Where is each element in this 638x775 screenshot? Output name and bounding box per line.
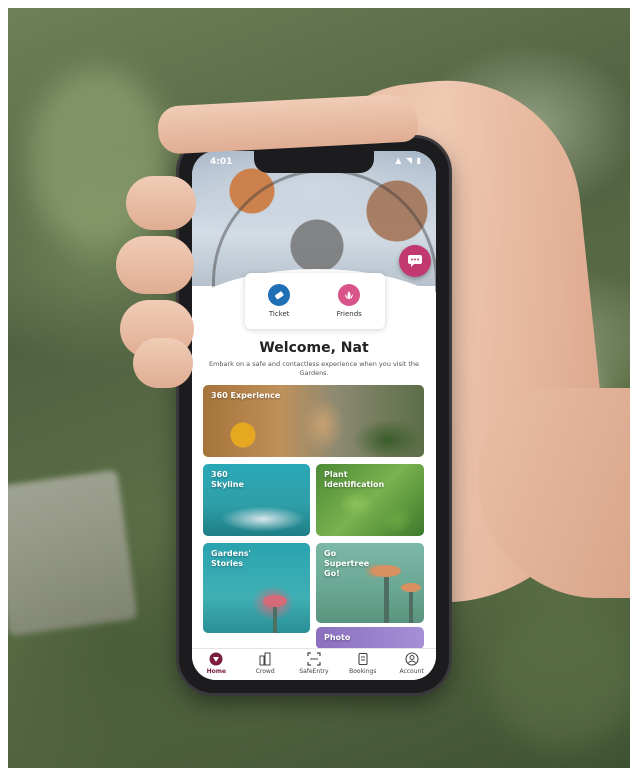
finger: [126, 176, 196, 230]
welcome-subtitle: Embark on a safe and contactless experie…: [208, 360, 420, 377]
chat-button[interactable]: [399, 245, 431, 277]
tab-label: Account: [399, 668, 424, 675]
tab-label: Bookings: [349, 668, 377, 675]
quick-action-friends[interactable]: Friends: [337, 284, 362, 318]
bottom-tab-bar: Home Crowd SafeEntry Bookings Account: [192, 648, 436, 680]
bookings-icon: [356, 652, 370, 666]
welcome-title: Welcome, Nat: [259, 340, 369, 356]
background-photo: 4:01 ▲ ◥ ▮ Ticket Friends Welcome, Nat E…: [8, 8, 630, 768]
account-icon: [405, 652, 419, 666]
tile-label: Go Supertree Go!: [324, 549, 370, 578]
chat-icon: [408, 255, 422, 267]
ticket-icon: [268, 284, 291, 306]
tab-account[interactable]: Account: [388, 649, 436, 680]
tile-360-skyline[interactable]: 360 Skyline: [203, 464, 310, 536]
tile-plant-identification[interactable]: Plant Identification: [316, 464, 424, 536]
quick-action-ticket[interactable]: Ticket: [268, 284, 291, 318]
scan-icon: [307, 652, 321, 666]
finger: [116, 236, 194, 294]
tab-crowd[interactable]: Crowd: [241, 649, 289, 680]
tab-label: Home: [206, 668, 227, 675]
tab-label: SafeEntry: [299, 668, 329, 675]
supertree-canopy: [371, 565, 401, 577]
phone-screen: 4:01 ▲ ◥ ▮ Ticket Friends Welcome, Nat E…: [192, 151, 436, 680]
tile-360-experience[interactable]: 360 Experience: [203, 385, 424, 457]
lotus-icon: [338, 284, 361, 306]
tile-label: 360 Experience: [211, 391, 281, 400]
finger: [133, 338, 193, 388]
phone-notch: [254, 151, 374, 173]
tile-gardens-stories[interactable]: Gardens' Stories: [203, 543, 310, 633]
quick-action-label: Ticket: [268, 310, 290, 318]
quick-action-label: Friends: [336, 310, 362, 318]
supertree-trunk: [273, 603, 277, 633]
tile-label: Photo: [324, 633, 351, 642]
tile-label: Gardens' Stories: [211, 549, 251, 568]
tile-photo[interactable]: Photo: [316, 627, 424, 649]
supertree-canopy: [401, 583, 421, 592]
crowd-icon: [258, 652, 272, 666]
status-time: 4:01: [210, 157, 233, 167]
background-sign: [8, 469, 138, 637]
tile-label: Plant Identification: [324, 470, 385, 489]
status-icons: ▲ ◥ ▮: [395, 156, 422, 165]
tab-bookings[interactable]: Bookings: [339, 649, 387, 680]
supertree-trunk: [409, 588, 413, 623]
supertree-canopy: [263, 595, 287, 607]
background-sign-text: [14, 512, 103, 525]
tab-safeentry[interactable]: SafeEntry: [290, 649, 338, 680]
background-foliage: [488, 608, 630, 748]
tab-label: Crowd: [255, 668, 275, 675]
tab-home[interactable]: Home: [192, 649, 240, 680]
tile-label: 360 Skyline: [211, 470, 244, 489]
quick-actions-card: Ticket Friends: [245, 273, 385, 329]
home-icon: [209, 652, 223, 666]
tile-go-supertree-go[interactable]: Go Supertree Go!: [316, 543, 424, 623]
supertree-trunk: [384, 573, 389, 623]
smartphone: 4:01 ▲ ◥ ▮ Ticket Friends Welcome, Nat E…: [179, 138, 449, 693]
